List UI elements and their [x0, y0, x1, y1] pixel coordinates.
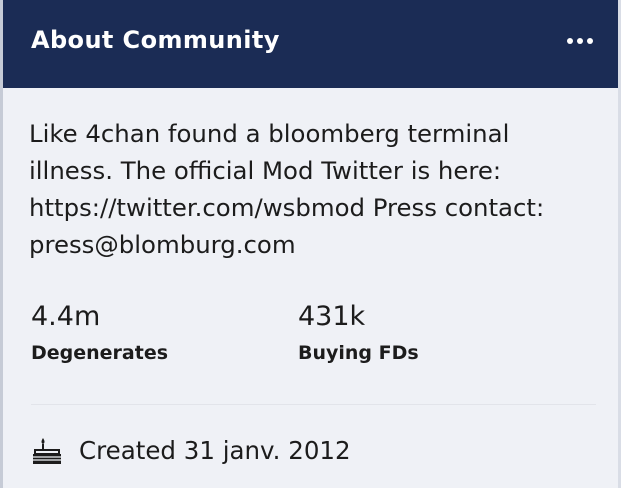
online-count: 431k: [298, 301, 366, 332]
about-community-card: About Community Like 4chan found a bloom…: [0, 0, 621, 488]
more-horizontal-icon-dot: [577, 38, 583, 44]
created-date: Created 31 janv. 2012: [79, 436, 351, 465]
online-stat: 431k Buying FDs: [298, 300, 419, 364]
divider: [31, 404, 596, 405]
more-options-button[interactable]: [560, 26, 600, 56]
members-count: 4.4m: [31, 301, 101, 332]
card-header: About Community: [3, 0, 618, 88]
created-row: Created 31 janv. 2012: [31, 436, 351, 465]
members-label: Degenerates: [31, 342, 169, 364]
more-horizontal-icon: [567, 38, 573, 44]
more-horizontal-icon-dot: [587, 38, 593, 44]
community-description: Like 4chan found a bloomberg terminal il…: [29, 119, 545, 259]
card-title: About Community: [31, 26, 280, 54]
online-label: Buying FDs: [298, 342, 419, 364]
members-stat: 4.4m Degenerates: [31, 300, 168, 364]
cake-icon: [33, 437, 61, 464]
